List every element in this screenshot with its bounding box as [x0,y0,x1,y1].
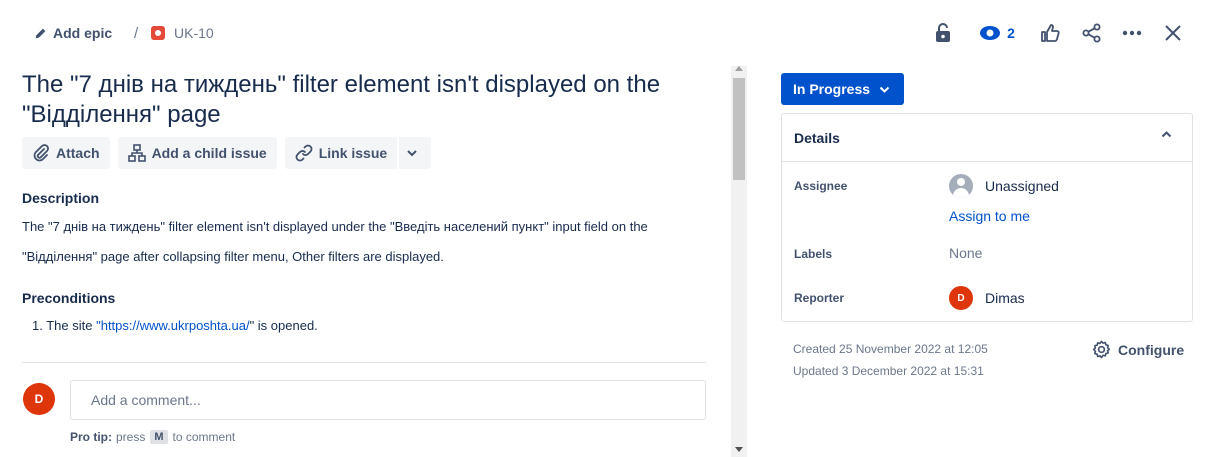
scroll-up-arrow-icon[interactable] [735,66,743,71]
assignee-value: Unassigned [985,178,1059,194]
status-label: In Progress [793,81,871,97]
protip-label: Pro tip: [70,430,112,444]
unassigned-avatar-icon [949,174,973,198]
description-heading: Description [22,190,100,206]
attach-button[interactable]: Attach [22,137,110,169]
assignee-label: Assignee [794,179,848,193]
issue-main-panel: The "7 днів на тиждень" filter element i… [0,66,748,457]
vote-button[interactable] [1039,20,1061,46]
breadcrumb-separator: / [134,24,139,42]
watch-count: 2 [1007,25,1015,41]
more-actions-button[interactable] [1121,20,1143,46]
description-text[interactable]: The "7 днів на тиждень" filter element i… [22,212,712,272]
precondition-number: 1. [32,318,43,333]
details-header[interactable]: Details [782,114,1192,162]
chevron-down-icon [407,150,417,157]
assign-to-me-link[interactable]: Assign to me [949,208,1030,224]
add-epic-button[interactable]: Add epic [34,24,112,42]
bug-icon [151,26,165,40]
lock-button[interactable] [932,20,954,46]
add-epic-label: Add epic [53,25,113,41]
link-issue-button[interactable]: Link issue [284,137,398,169]
scroll-thumb[interactable] [733,78,745,180]
protip-press: press [116,430,146,444]
watch-button[interactable]: 2 [977,20,1017,46]
add-child-issue-label: Add a child issue [151,145,267,161]
gear-icon [1092,340,1111,359]
chevron-up-icon [1161,131,1172,138]
issue-key-link[interactable]: UK-10 [151,24,214,42]
attach-label: Attach [56,145,100,161]
paperclip-icon [33,144,49,162]
created-date: Created 25 November 2022 at 12:05 [793,342,988,356]
protip-key: M [150,430,168,444]
preconditions-heading: Preconditions [22,290,116,306]
main-scrollbar[interactable] [731,66,747,457]
close-button[interactable] [1162,20,1184,46]
share-icon [1082,23,1101,43]
comment-divider [22,362,706,363]
child-issue-icon [127,144,146,162]
reporter-avatar: D [949,286,973,310]
issue-key-label: UK-10 [174,25,214,41]
reporter-name: Dimas [985,290,1025,306]
add-comment-input[interactable]: Add a comment... [70,380,706,420]
labels-label: Labels [794,247,833,261]
link-issue-label: Link issue [318,145,388,161]
configure-label: Configure [1118,341,1185,358]
lock-icon [936,23,950,42]
more-actions-dropdown[interactable] [399,137,432,169]
reporter-label: Reporter [794,291,845,305]
chevron-down-icon [879,86,890,93]
link-icon [295,144,313,162]
assignee-field[interactable]: Unassigned [949,174,1059,198]
scroll-down-arrow-icon[interactable] [735,447,743,452]
issue-header-bar: Add epic / UK-10 2 [0,0,1209,66]
labels-field[interactable]: None [949,245,982,261]
share-button[interactable] [1081,20,1103,46]
protip-suffix: to comment [172,430,236,444]
reporter-field[interactable]: D Dimas [949,286,1025,310]
status-dropdown-button[interactable]: In Progress [781,73,904,105]
comment-protip: Pro tip: press M to comment [70,430,235,444]
precondition-link[interactable]: "https://www.ukrposhta.ua/ [96,318,249,333]
add-child-issue-button[interactable]: Add a child issue [117,137,277,169]
eye-icon [980,26,1001,40]
precondition-prefix: The site [46,318,97,333]
issue-title[interactable]: The "7 днів на тиждень" filter element i… [22,70,722,130]
configure-button[interactable]: Configure [1092,340,1184,359]
updated-date: Updated 3 December 2022 at 15:31 [793,364,984,378]
details-heading: Details [794,129,840,146]
precondition-item: 1. The site "https://www.ukrposhta.ua/" … [32,318,318,333]
precondition-suffix: " is opened. [249,318,318,333]
pencil-icon [35,28,46,38]
close-icon [1165,25,1181,41]
issue-actions-bar: Attach Add a child issue Link issue [22,137,439,169]
user-avatar: D [23,383,55,415]
thumbs-up-icon [1041,24,1060,42]
details-panel: Details Assignee Unassigned Assign to me… [781,113,1193,322]
more-icon [1122,30,1142,36]
